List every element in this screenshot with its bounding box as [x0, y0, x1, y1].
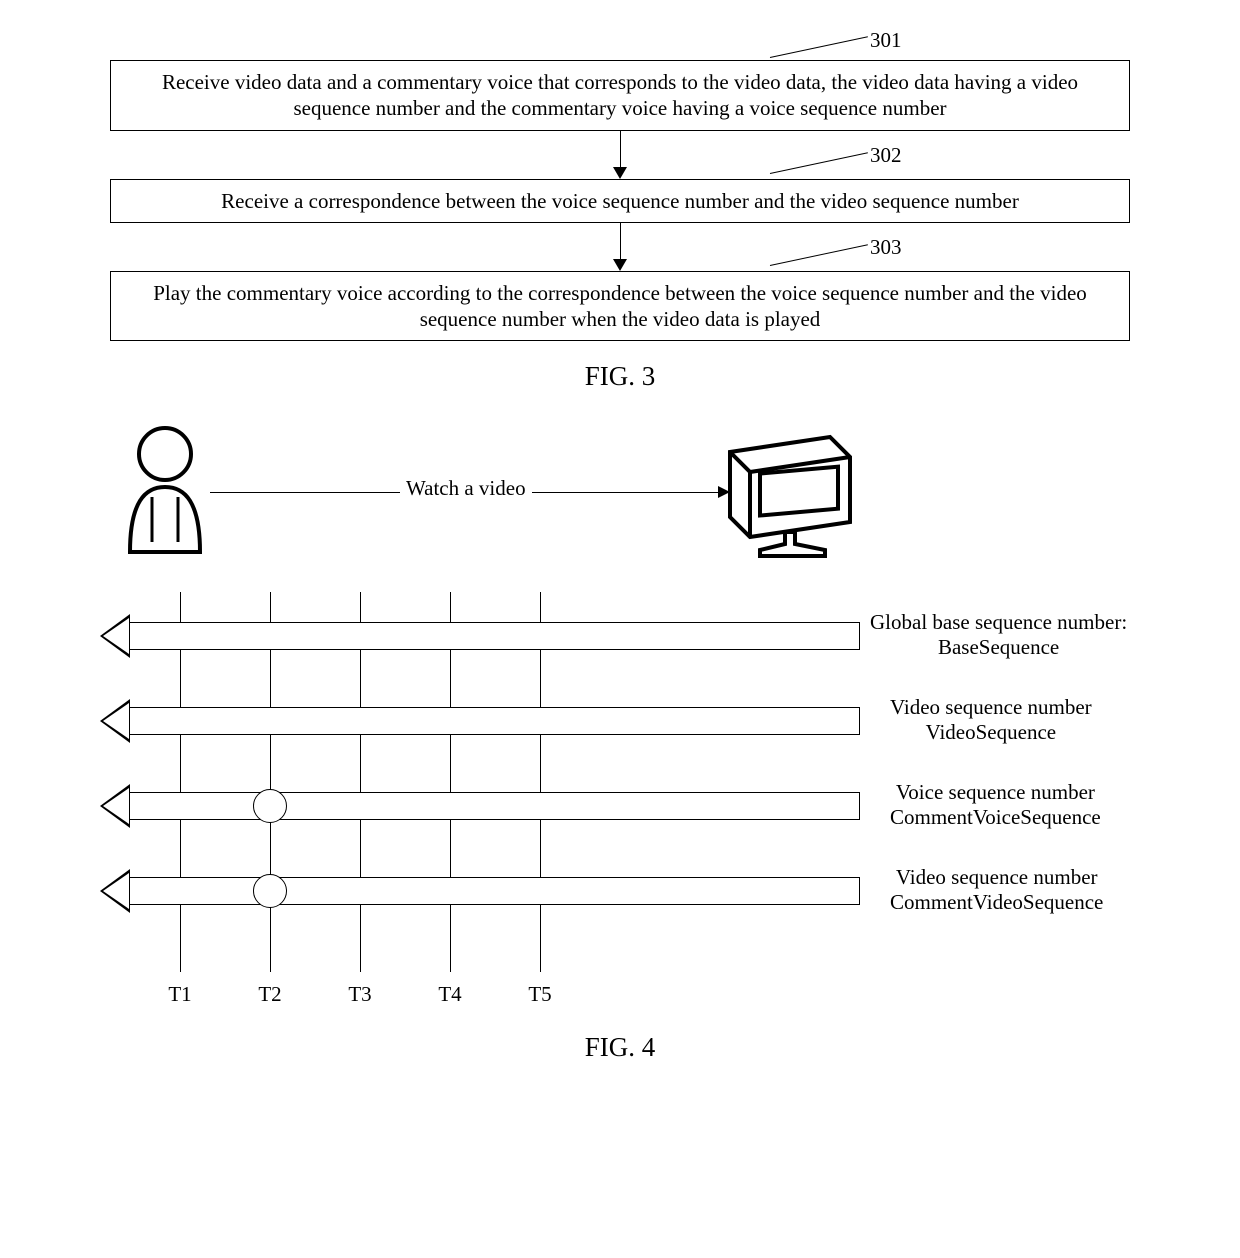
label-base-sequence: Global base sequence number: BaseSequenc… — [870, 610, 1127, 660]
marker-comment-video-t2 — [253, 874, 287, 908]
arrow-base-sequence — [100, 622, 860, 650]
fig3-caption: FIG. 3 — [30, 361, 1210, 392]
arrow-voice-sequence — [100, 792, 860, 820]
ref-line-303 — [770, 244, 868, 266]
tv-icon — [720, 432, 860, 567]
user-icon — [110, 422, 220, 567]
ref-302: 302 — [870, 143, 902, 168]
watch-video-label: Watch a video — [400, 476, 532, 501]
fig4-top-row: Watch a video — [70, 422, 1170, 592]
arrow-video-sequence — [100, 707, 860, 735]
step-box-301: Receive video data and a commentary voic… — [110, 60, 1130, 131]
tlabel-t2: T2 — [258, 982, 281, 1007]
label-comment-video-sequence: Video sequence number CommentVideoSequen… — [890, 865, 1103, 915]
tlabel-t3: T3 — [348, 982, 371, 1007]
label-voice-sequence: Voice sequence number CommentVoiceSequen… — [890, 780, 1101, 830]
fig4-container: Watch a video T1 T2 T3 T4 T — [70, 422, 1170, 1063]
fig4-caption: FIG. 4 — [70, 1032, 1170, 1063]
arrow-comment-video-sequence — [100, 877, 860, 905]
arrow-301-302: 302 — [110, 131, 1130, 179]
ref-301: 301 — [870, 28, 902, 53]
marker-voice-t2 — [253, 789, 287, 823]
fig3-container: 301 Receive video data and a commentary … — [30, 30, 1210, 392]
ref-303: 303 — [870, 235, 902, 260]
step-box-303: Play the commentary voice according to t… — [110, 271, 1130, 342]
ref-line-302 — [770, 152, 868, 174]
tlabel-t5: T5 — [528, 982, 551, 1007]
label-video-sequence: Video sequence number VideoSequence — [890, 695, 1092, 745]
ref-line-301 — [770, 36, 868, 58]
ref-row-301: 301 — [110, 30, 1130, 60]
tlabel-t1: T1 — [168, 982, 191, 1007]
arrow-302-303: 303 — [110, 223, 1130, 271]
tlabel-t4: T4 — [438, 982, 461, 1007]
timeline-area: T1 T2 T3 T4 T5 Global base sequence numb… — [70, 592, 1170, 1012]
step-box-302: Receive a correspondence between the voi… — [110, 179, 1130, 223]
